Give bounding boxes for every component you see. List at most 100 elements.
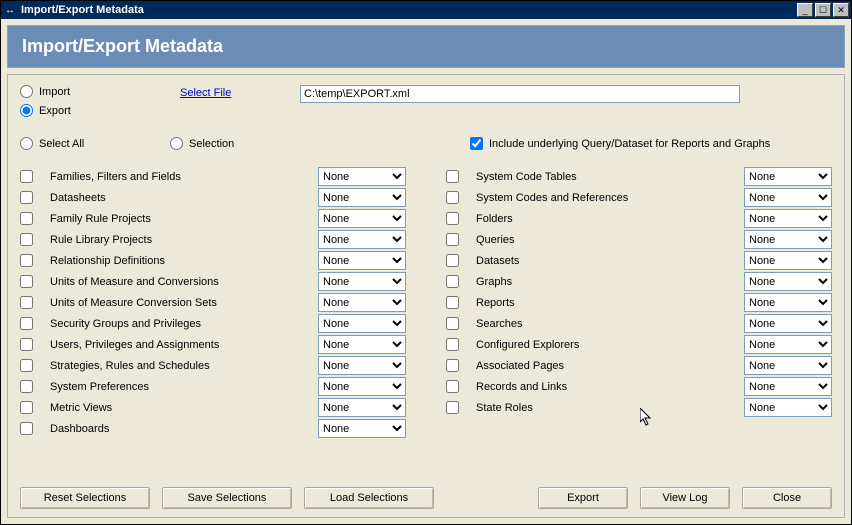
option-row: SearchesNone — [446, 313, 832, 334]
close-window-button[interactable]: ✕ — [833, 3, 849, 17]
close-icon: ✕ — [837, 5, 845, 16]
selection-radio[interactable] — [170, 137, 183, 150]
option-checkbox[interactable] — [446, 401, 459, 414]
select-all-label: Select All — [39, 138, 84, 150]
import-radio-label: Import — [39, 86, 70, 98]
option-checkbox[interactable] — [20, 359, 33, 372]
option-checkbox[interactable] — [20, 401, 33, 414]
option-checkbox[interactable] — [446, 191, 459, 204]
option-select[interactable]: None — [318, 419, 406, 438]
option-select[interactable]: None — [744, 188, 832, 207]
file-path-input[interactable] — [300, 85, 740, 103]
option-select[interactable]: None — [318, 188, 406, 207]
option-select[interactable]: None — [318, 293, 406, 312]
option-row: Users, Privileges and AssignmentsNone — [20, 334, 406, 355]
option-select[interactable]: None — [744, 335, 832, 354]
option-select[interactable]: None — [318, 377, 406, 396]
option-checkbox[interactable] — [446, 275, 459, 288]
save-selections-button[interactable]: Save Selections — [162, 487, 292, 509]
option-row: Relationship DefinitionsNone — [20, 250, 406, 271]
option-label: Users, Privileges and Assignments — [50, 339, 318, 351]
maximize-button[interactable]: ☐ — [815, 3, 831, 17]
option-select[interactable]: None — [744, 230, 832, 249]
option-label: Strategies, Rules and Schedules — [50, 360, 318, 372]
select-all-radio[interactable] — [20, 137, 33, 150]
option-checkbox[interactable] — [20, 422, 33, 435]
option-select[interactable]: None — [744, 293, 832, 312]
option-select[interactable]: None — [744, 398, 832, 417]
option-select[interactable]: None — [318, 356, 406, 375]
page-title: Import/Export Metadata — [7, 25, 845, 68]
option-checkbox[interactable] — [20, 212, 33, 225]
option-select[interactable]: None — [318, 230, 406, 249]
option-select[interactable]: None — [318, 272, 406, 291]
option-row: FoldersNone — [446, 208, 832, 229]
option-row: ReportsNone — [446, 292, 832, 313]
option-checkbox[interactable] — [446, 317, 459, 330]
option-checkbox[interactable] — [20, 296, 33, 309]
option-checkbox[interactable] — [446, 359, 459, 372]
load-selections-button[interactable]: Load Selections — [304, 487, 434, 509]
include-underlying-checkbox[interactable] — [470, 137, 483, 150]
option-label: Relationship Definitions — [50, 255, 318, 267]
option-checkbox[interactable] — [446, 254, 459, 267]
option-label: Units of Measure Conversion Sets — [50, 297, 318, 309]
reset-selections-button[interactable]: Reset Selections — [20, 487, 150, 509]
option-checkbox[interactable] — [446, 338, 459, 351]
option-select[interactable]: None — [744, 314, 832, 333]
option-row: State RolesNone — [446, 397, 832, 418]
option-select[interactable]: None — [744, 272, 832, 291]
option-checkbox[interactable] — [20, 317, 33, 330]
option-row: Configured ExplorersNone — [446, 334, 832, 355]
option-select[interactable]: None — [318, 335, 406, 354]
option-row: System PreferencesNone — [20, 376, 406, 397]
option-select[interactable]: None — [744, 251, 832, 270]
option-row: DashboardsNone — [20, 418, 406, 439]
option-select[interactable]: None — [744, 167, 832, 186]
option-checkbox[interactable] — [446, 170, 459, 183]
option-label: Security Groups and Privileges — [50, 318, 318, 330]
option-checkbox[interactable] — [20, 380, 33, 393]
view-log-button[interactable]: View Log — [640, 487, 730, 509]
export-button[interactable]: Export — [538, 487, 628, 509]
option-label: Queries — [476, 234, 744, 246]
option-checkbox[interactable] — [446, 212, 459, 225]
option-select[interactable]: None — [318, 209, 406, 228]
option-row: Family Rule ProjectsNone — [20, 208, 406, 229]
option-row: Security Groups and PrivilegesNone — [20, 313, 406, 334]
option-checkbox[interactable] — [446, 233, 459, 246]
minimize-button[interactable]: _ — [797, 3, 813, 17]
option-select[interactable]: None — [744, 377, 832, 396]
export-radio[interactable] — [20, 104, 33, 117]
option-select[interactable]: None — [744, 356, 832, 375]
option-checkbox[interactable] — [446, 296, 459, 309]
option-checkbox[interactable] — [446, 380, 459, 393]
window-title: Import/Export Metadata — [21, 4, 797, 16]
option-label: Records and Links — [476, 381, 744, 393]
option-checkbox[interactable] — [20, 233, 33, 246]
option-checkbox[interactable] — [20, 275, 33, 288]
option-label: Searches — [476, 318, 744, 330]
import-radio[interactable] — [20, 85, 33, 98]
option-row: Metric ViewsNone — [20, 397, 406, 418]
option-checkbox[interactable] — [20, 191, 33, 204]
close-button[interactable]: Close — [742, 487, 832, 509]
select-file-link[interactable]: Select File — [180, 87, 280, 99]
option-checkbox[interactable] — [20, 170, 33, 183]
maximize-icon: ☐ — [819, 5, 827, 16]
option-select[interactable]: None — [318, 398, 406, 417]
option-label: Reports — [476, 297, 744, 309]
option-row: QueriesNone — [446, 229, 832, 250]
include-underlying-label: Include underlying Query/Dataset for Rep… — [489, 138, 770, 150]
option-label: Families, Filters and Fields — [50, 171, 318, 183]
option-row: System Codes and ReferencesNone — [446, 187, 832, 208]
option-label: Units of Measure and Conversions — [50, 276, 318, 288]
option-select[interactable]: None — [318, 251, 406, 270]
option-checkbox[interactable] — [20, 338, 33, 351]
option-select[interactable]: None — [318, 314, 406, 333]
option-label: System Code Tables — [476, 171, 744, 183]
option-select[interactable]: None — [318, 167, 406, 186]
option-select[interactable]: None — [744, 209, 832, 228]
option-label: Graphs — [476, 276, 744, 288]
option-checkbox[interactable] — [20, 254, 33, 267]
